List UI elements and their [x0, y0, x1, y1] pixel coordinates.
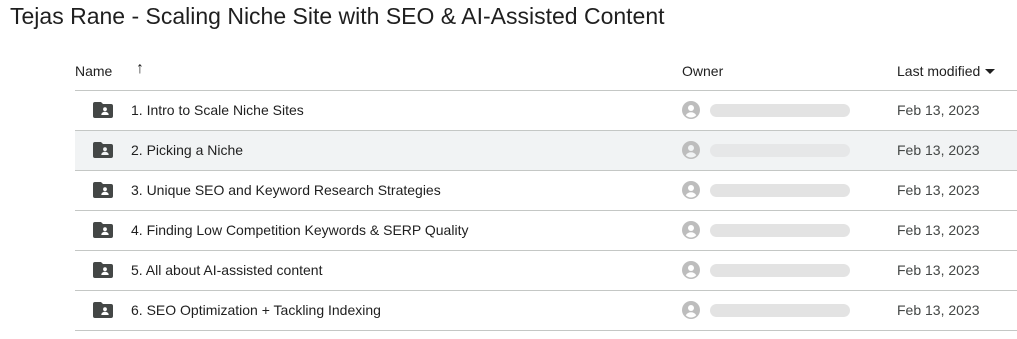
file-row[interactable]: 4. Finding Low Competition Keywords & SE… — [75, 211, 1017, 251]
last-modified-date: Feb 13, 2023 — [897, 302, 980, 318]
file-row[interactable]: 2. Picking a Niche Feb 13, 2023 — [75, 131, 1017, 171]
owner-name-placeholder — [710, 224, 850, 237]
owner-name-placeholder — [710, 144, 850, 157]
folder-name: 6. SEO Optimization + Tackling Indexing — [131, 302, 381, 318]
folder-shared-icon — [93, 222, 113, 238]
owner-name-placeholder — [710, 104, 850, 117]
owner-column-header[interactable]: Owner — [682, 63, 723, 79]
account-circle-icon — [682, 261, 700, 279]
last-modified-date: Feb 13, 2023 — [897, 262, 980, 278]
folder-name: 4. Finding Low Competition Keywords & SE… — [131, 222, 469, 238]
sort-ascending-icon[interactable]: ↑ — [136, 60, 144, 78]
file-list-header: Name ↑ Owner Last modified — [75, 52, 1017, 91]
last-modified-date: Feb 13, 2023 — [897, 102, 980, 118]
folder-shared-icon — [93, 262, 113, 278]
last-modified-date: Feb 13, 2023 — [897, 182, 980, 198]
folder-shared-icon — [93, 102, 113, 118]
file-row[interactable]: 5. All about AI-assisted content Feb 13,… — [75, 251, 1017, 291]
name-column-header[interactable]: Name — [75, 63, 112, 79]
page-title: Tejas Rane - Scaling Niche Site with SEO… — [10, 3, 665, 29]
owner-name-placeholder — [710, 304, 850, 317]
account-circle-icon — [682, 181, 700, 199]
folder-name: 1. Intro to Scale Niche Sites — [131, 102, 304, 118]
account-circle-icon — [682, 101, 700, 119]
folder-name: 3. Unique SEO and Keyword Research Strat… — [131, 182, 441, 198]
account-circle-icon — [682, 301, 700, 319]
file-row[interactable]: 1. Intro to Scale Niche Sites Feb 13, 20… — [75, 91, 1017, 131]
account-circle-icon — [682, 221, 700, 239]
file-row[interactable]: 3. Unique SEO and Keyword Research Strat… — [75, 171, 1017, 211]
owner-name-placeholder — [710, 184, 850, 197]
owner-name-placeholder — [710, 264, 850, 277]
folder-shared-icon — [93, 142, 113, 158]
last-modified-label: Last modified — [897, 63, 981, 79]
last-modified-date: Feb 13, 2023 — [897, 142, 980, 158]
last-modified-date: Feb 13, 2023 — [897, 222, 980, 238]
folder-name: 2. Picking a Niche — [131, 142, 244, 158]
file-list: Name ↑ Owner Last modified 1. Intro to S… — [75, 52, 1017, 331]
caret-down-icon — [985, 69, 996, 74]
folder-shared-icon — [93, 302, 113, 318]
folder-name: 5. All about AI-assisted content — [131, 262, 323, 278]
file-row[interactable]: 6. SEO Optimization + Tackling Indexing … — [75, 291, 1017, 331]
account-circle-icon — [682, 141, 700, 159]
last-modified-column-header[interactable]: Last modified — [897, 63, 996, 79]
folder-shared-icon — [93, 182, 113, 198]
